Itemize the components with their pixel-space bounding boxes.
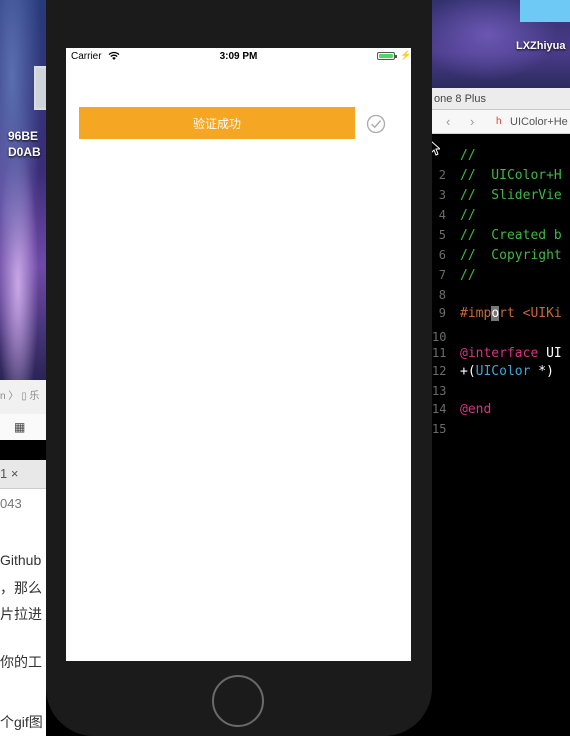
code-text: @interface UI xyxy=(460,346,562,361)
code-token: // UIColor+H xyxy=(460,168,562,183)
code-line[interactable]: // xyxy=(432,148,570,168)
code-token: UIColor xyxy=(475,364,531,379)
code-text: @end xyxy=(460,402,491,417)
battery-icon xyxy=(377,52,397,60)
line-number: 9 xyxy=(438,306,446,320)
code-token: // Copyright xyxy=(460,248,562,263)
code-line[interactable]: 4 // xyxy=(432,208,570,228)
code-token: <UIKi xyxy=(522,306,562,321)
code-token: @interface xyxy=(460,346,539,361)
code-line[interactable]: 15 xyxy=(432,422,570,442)
code-line[interactable]: 8 xyxy=(432,288,570,308)
code-token: rt xyxy=(499,306,523,321)
line-number: 15 xyxy=(432,422,447,436)
xcode-device-title: one 8 Plus xyxy=(434,93,486,105)
line-number: 7 xyxy=(438,268,446,282)
code-token: +( xyxy=(460,364,476,379)
battery-level xyxy=(379,54,393,58)
code-line[interactable]: 14 @end xyxy=(432,402,570,422)
text-line-4: 你的工 xyxy=(0,654,42,670)
back-arrow-icon[interactable]: ‹ xyxy=(446,110,450,134)
code-line[interactable]: 11 @interface UI xyxy=(432,346,570,366)
home-button[interactable] xyxy=(212,675,264,727)
line-number: 14 xyxy=(432,402,447,416)
code-line[interactable]: 7 // xyxy=(432,268,570,288)
code-token: // xyxy=(460,268,476,283)
line-number: 043 xyxy=(0,496,22,511)
code-text: // xyxy=(460,148,476,163)
checkmark-circle-icon xyxy=(366,114,386,134)
code-text: // xyxy=(460,208,476,223)
code-line[interactable]: 2 // UIColor+H xyxy=(432,168,570,188)
line-number: 8 xyxy=(438,288,446,302)
code-line[interactable]: 13 xyxy=(432,384,570,404)
line-number: 10 xyxy=(432,330,447,344)
charging-bolt-icon: ⚡ xyxy=(400,50,412,60)
code-token: #imp xyxy=(460,306,492,321)
code-text: // Created b xyxy=(460,228,562,243)
simulator-screen: Carrier 3:09 PM ⚡ 验证成功 xyxy=(66,48,411,661)
code-line[interactable]: 3 // SliderVie xyxy=(432,188,570,208)
xcode-jumpbar: ‹ › h UIColor+He xyxy=(432,110,570,134)
line-number: 5 xyxy=(438,228,446,242)
line-number: 12 xyxy=(432,364,447,378)
breadcrumb[interactable]: n 〉 ▯ 乐 xyxy=(0,380,46,415)
code-token: // xyxy=(460,148,476,163)
forward-arrow-icon[interactable]: › xyxy=(470,110,474,134)
editor-tab[interactable]: 1 × xyxy=(0,460,46,489)
xcode-titlebar: one 8 Plus xyxy=(432,88,570,110)
code-line[interactable]: 12 +(UIColor *) xyxy=(432,364,570,384)
battery-nub xyxy=(395,55,397,58)
code-text: // Copyright xyxy=(460,248,562,263)
code-text: // UIColor+H xyxy=(460,168,562,183)
line-number: 11 xyxy=(432,346,447,360)
code-text: // xyxy=(460,268,476,283)
code-token: UI xyxy=(538,346,562,361)
status-time: 3:09 PM xyxy=(219,51,258,62)
code-line[interactable]: 5 // Created b xyxy=(432,228,570,248)
verify-success-button[interactable]: 验证成功 xyxy=(79,107,355,139)
grid-icon[interactable]: ▦ xyxy=(14,420,28,434)
background-editor-window: n 〉 ▯ 乐 ▦ 1 × 043 Github ，那么 片拉进 你的工 个gi… xyxy=(0,380,46,736)
code-token: @end xyxy=(460,402,492,417)
desktop-window-fragment[interactable] xyxy=(520,0,570,22)
toolbar-row: ▦ xyxy=(0,414,46,441)
header-file-icon: h xyxy=(496,116,502,127)
code-token: // SliderVie xyxy=(460,188,562,203)
code-token: // xyxy=(460,208,476,223)
line-number: 2 xyxy=(438,168,446,182)
code-line[interactable]: 6 // Copyright xyxy=(432,248,570,268)
code-token: // Created b xyxy=(460,228,562,243)
code-text: +(UIColor *) xyxy=(460,364,554,379)
iphone-simulator: Carrier 3:09 PM ⚡ 验证成功 xyxy=(46,0,432,736)
line-number: 3 xyxy=(438,188,446,202)
text-line-1: Github xyxy=(0,552,42,568)
divider-bar xyxy=(0,440,46,460)
text-line-5: 个gif图 xyxy=(0,714,43,730)
desktop-user-label[interactable]: LXZhiyua xyxy=(516,40,566,52)
line-number: 13 xyxy=(432,384,447,398)
code-text: // SliderVie xyxy=(460,188,562,203)
xcode-code-editor[interactable]: // 2 // UIColor+H 3 // SliderVie 4 // 5 // Creat… xyxy=(432,134,570,736)
status-bar: Carrier 3:09 PM ⚡ xyxy=(66,48,411,66)
line-number: 4 xyxy=(438,208,446,222)
line-number: 6 xyxy=(438,248,446,262)
code-token: *) xyxy=(530,364,554,379)
code-token: o xyxy=(491,306,500,321)
code-line[interactable]: 9 #import <UIKi xyxy=(432,306,570,326)
text-line-3: 片拉进 xyxy=(0,606,42,622)
text-line-2: ，那么 xyxy=(0,580,42,596)
jumpbar-file-name[interactable]: UIColor+He xyxy=(510,110,568,134)
code-text: #import <UIKi xyxy=(460,306,562,321)
